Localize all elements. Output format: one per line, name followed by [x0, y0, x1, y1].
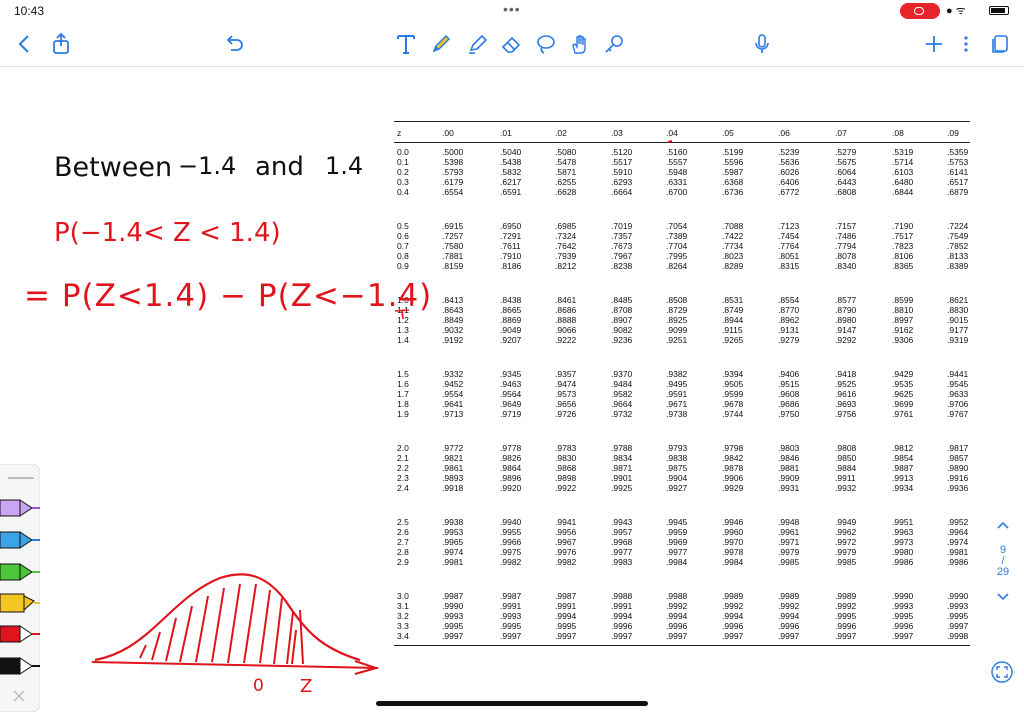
- page-separator: /: [1001, 555, 1005, 567]
- ink-mark: [667, 140, 673, 143]
- page-indicator: 9 / 29: [988, 520, 1018, 602]
- curve-label-z: Z: [300, 676, 313, 697]
- total-pages: 29: [996, 566, 1010, 578]
- ink-layer: [91, 140, 673, 675]
- curve-label-zero: 0: [253, 676, 264, 696]
- chevron-down-icon[interactable]: [996, 592, 1010, 602]
- bell-curve-sketch: [91, 573, 380, 675]
- ink-row-mark: [394, 309, 410, 320]
- pen-tray: [0, 464, 40, 712]
- home-indicator[interactable]: [376, 701, 648, 706]
- chevron-up-icon[interactable]: [996, 520, 1010, 530]
- zoom-icon[interactable]: [990, 660, 1014, 684]
